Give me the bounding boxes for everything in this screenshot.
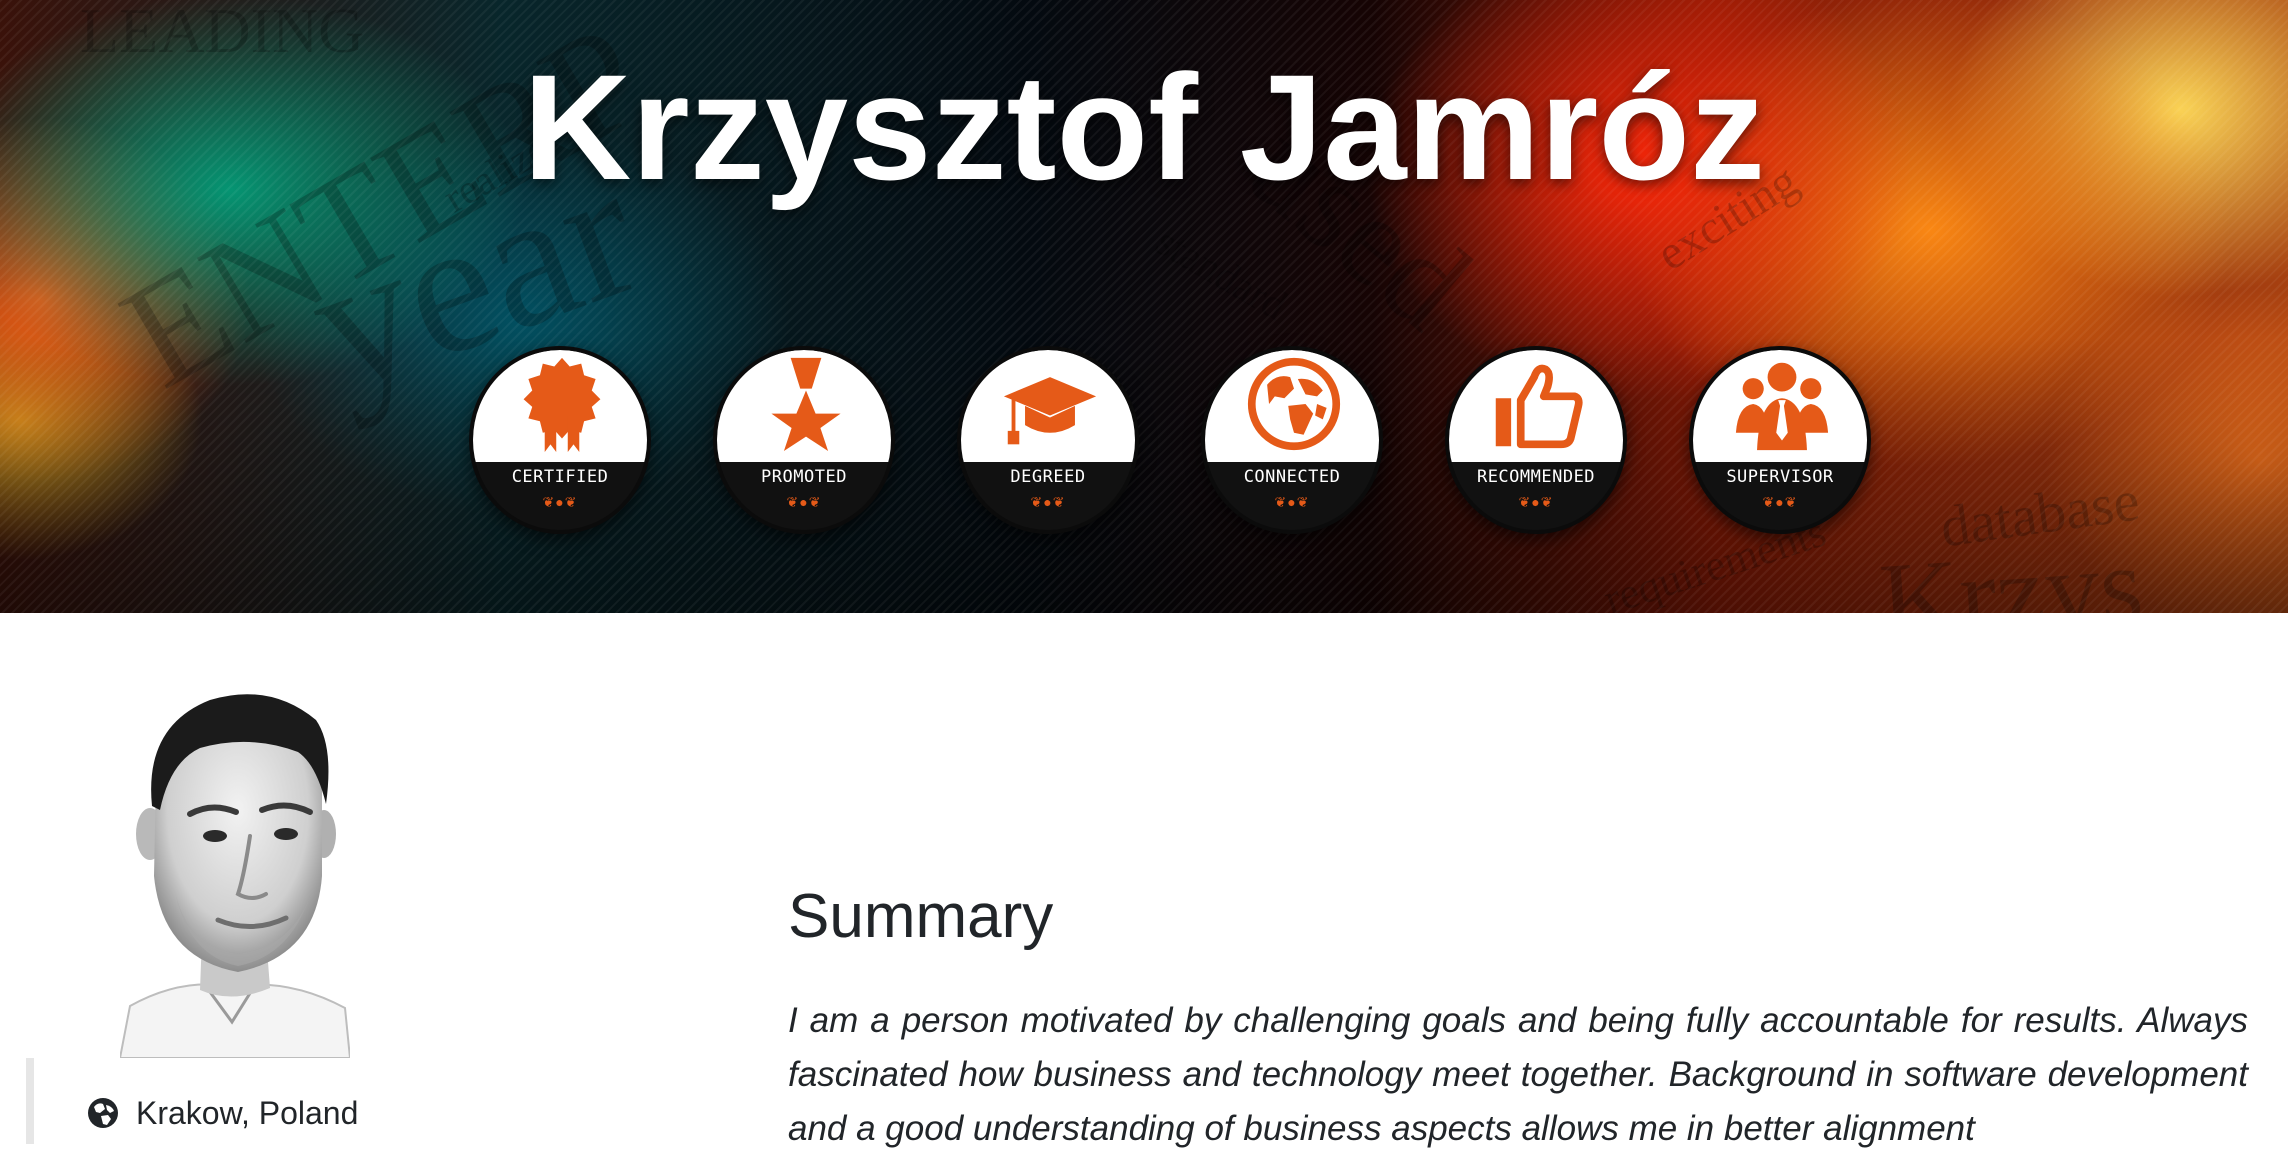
badge-promoted: PROMOTED ❦●❦ bbox=[713, 346, 895, 534]
laurel-icon: ❦●❦ bbox=[1274, 494, 1310, 510]
profile-photo bbox=[120, 686, 350, 1058]
badge-label: SUPERVISOR bbox=[1726, 467, 1834, 487]
badge-supervisor: SUPERVISOR ❦●❦ bbox=[1689, 346, 1871, 534]
star-medal-icon bbox=[771, 357, 841, 452]
badge-label: RECOMMENDED bbox=[1476, 467, 1596, 487]
laurel-icon: ❦●❦ bbox=[786, 494, 822, 510]
location: Krakow, Poland bbox=[86, 1090, 358, 1136]
globe-icon bbox=[1247, 357, 1341, 451]
badge-connected: CONNECTED ❦●❦ bbox=[1201, 346, 1383, 534]
team-icon bbox=[1735, 362, 1829, 451]
laurel-icon: ❦●❦ bbox=[1762, 494, 1798, 510]
summary-heading: Summary bbox=[788, 882, 1054, 951]
badge-row: CERTIFIED ❦●❦ PROMOTED ❦●❦ DEGREED ❦●❦ C… bbox=[0, 346, 2288, 534]
location-text: Krakow, Poland bbox=[136, 1094, 359, 1131]
background-word: Krzys bbox=[1876, 522, 2147, 613]
badge-recommended: RECOMMENDED ❦●❦ bbox=[1445, 346, 1627, 534]
thumbs-up-icon bbox=[1495, 364, 1583, 449]
laurel-icon: ❦●❦ bbox=[542, 494, 578, 510]
summary-text: I am a person motivated by challenging g… bbox=[788, 1001, 2248, 1148]
background-word: standard bbox=[1148, 218, 1295, 330]
laurel-icon: ❦●❦ bbox=[1030, 494, 1066, 510]
sidebar-accent-bar bbox=[26, 1058, 34, 1144]
badge-label: CERTIFIED bbox=[511, 467, 609, 487]
hero-banner: LEADING ENTERP year realize standard use… bbox=[0, 0, 2288, 613]
badge-degreed: DEGREED ❦●❦ bbox=[957, 346, 1139, 534]
globe-icon bbox=[88, 1098, 118, 1128]
graduation-cap-icon bbox=[1003, 377, 1097, 445]
badge-certified: CERTIFIED ❦●❦ bbox=[469, 346, 651, 534]
badge-label: PROMOTED bbox=[761, 467, 847, 487]
badge-label: DEGREED bbox=[1010, 467, 1086, 487]
page-title: Krzysztof Jamróz bbox=[523, 43, 1765, 211]
award-ribbon-icon bbox=[523, 357, 601, 452]
badge-label: CONNECTED bbox=[1243, 467, 1341, 487]
laurel-icon: ❦●❦ bbox=[1518, 494, 1554, 510]
